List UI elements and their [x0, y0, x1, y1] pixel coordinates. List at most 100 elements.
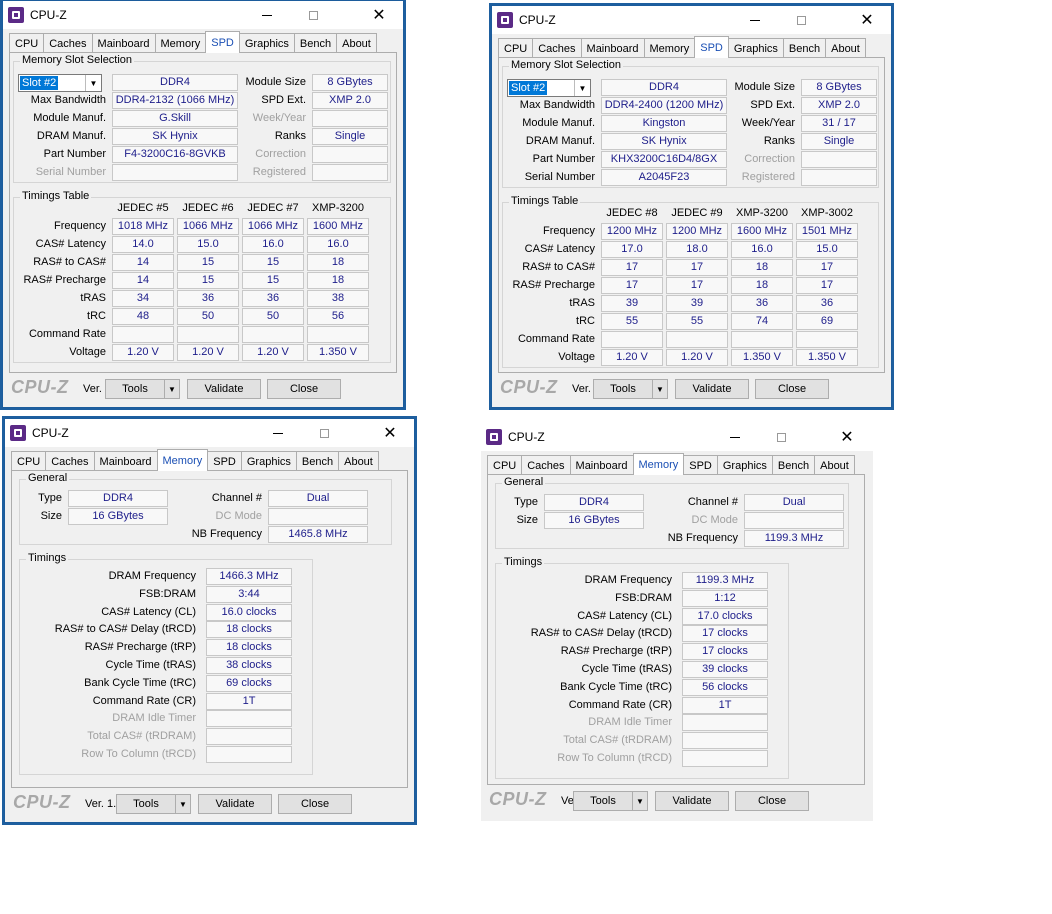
- timing-row-label: Command Rate: [517, 333, 595, 345]
- validate-button[interactable]: Validate: [675, 379, 749, 399]
- close-window-button[interactable]: ✕: [368, 422, 412, 444]
- timing-value: [682, 750, 768, 767]
- nb-frequency-label: NB Frequency: [667, 532, 738, 544]
- validate-button[interactable]: Validate: [198, 794, 272, 814]
- tab-spd[interactable]: SPD: [694, 36, 729, 58]
- tab-cpu[interactable]: CPU: [487, 455, 523, 475]
- spd-ext-field: XMP 2.0: [312, 92, 388, 109]
- timing-cell: 1.20 V: [666, 349, 728, 366]
- slot-select[interactable]: Slot #2 ▼: [507, 79, 591, 97]
- timing-cell: 50: [242, 308, 304, 325]
- timing-row-label: DRAM Frequency: [584, 574, 672, 586]
- timing-row-label: FSB:DRAM: [615, 591, 672, 604]
- tab-spd[interactable]: SPD: [207, 451, 242, 471]
- type-field: DDR4: [68, 490, 168, 507]
- tab-cpu[interactable]: CPU: [498, 38, 534, 58]
- nb-frequency-field: 1199.3 MHz: [744, 530, 844, 547]
- close-window-button[interactable]: ✕: [845, 9, 889, 31]
- validate-button[interactable]: Validate: [655, 791, 729, 811]
- correction-label: Correction: [255, 148, 306, 160]
- tab-mainboard[interactable]: Mainboard: [91, 33, 156, 53]
- timing-cell: 1.350 V: [796, 349, 858, 366]
- tab-memory[interactable]: Memory: [156, 449, 209, 471]
- slot-select[interactable]: Slot #2 ▼: [18, 74, 102, 92]
- ranks-field: Single: [312, 128, 388, 145]
- tab-graphics[interactable]: Graphics: [238, 33, 295, 53]
- close-button[interactable]: Close: [278, 794, 352, 814]
- close-button[interactable]: Close: [267, 379, 341, 399]
- timings-table-group: Timings Table JEDEC #8 JEDEC #9 XMP-3200 XMP…: [502, 195, 879, 368]
- tab-cpu[interactable]: CPU: [9, 33, 45, 53]
- type-field: DDR4: [544, 494, 644, 511]
- maximize-button[interactable]: [291, 4, 335, 26]
- title-bar: CPU-Z: [3, 1, 403, 29]
- dram-manuf-field: SK Hynix: [112, 128, 238, 145]
- tab-about[interactable]: About: [825, 38, 866, 58]
- close-window-button[interactable]: ✕: [825, 426, 869, 448]
- timings-group: Timings DRAM Frequency 1466.3 MHz FSB:DRAM 3…: [19, 552, 313, 775]
- tab-bench[interactable]: Bench: [782, 38, 827, 58]
- minimize-button[interactable]: [733, 9, 777, 31]
- maximize-button[interactable]: [302, 422, 346, 444]
- tab-memory[interactable]: Memory: [154, 33, 207, 53]
- correction-field: [801, 151, 877, 168]
- maximize-button[interactable]: [779, 9, 823, 31]
- tools-button[interactable]: Tools: [116, 794, 176, 814]
- tools-dropdown-button[interactable]: ▼: [164, 379, 180, 399]
- tab-mainboard[interactable]: Mainboard: [569, 455, 634, 475]
- tools-button[interactable]: Tools: [573, 791, 633, 811]
- tools-dropdown-button[interactable]: ▼: [632, 791, 648, 811]
- minimize-button[interactable]: [245, 4, 289, 26]
- timing-cell: 15.0: [796, 241, 858, 258]
- tab-panel: Memory Slot Selection Slot #2 ▼ DDR4 Max Ban…: [9, 52, 397, 373]
- tab-graphics[interactable]: Graphics: [716, 455, 773, 475]
- minimize-button[interactable]: [256, 422, 300, 444]
- nb-frequency-field: 1465.8 MHz: [268, 526, 368, 543]
- timing-cell: 36: [731, 295, 793, 312]
- tab-bench[interactable]: Bench: [295, 451, 340, 471]
- window-title: CPU-Z: [30, 8, 67, 22]
- dram-manuf-label: DRAM Manuf.: [36, 130, 106, 142]
- tab-bench[interactable]: Bench: [293, 33, 338, 53]
- timing-cell: 1600 MHz: [731, 223, 793, 240]
- tab-about[interactable]: About: [336, 33, 377, 53]
- max-bandwidth-label: Max Bandwidth: [30, 94, 106, 106]
- channel-field: Dual: [744, 494, 844, 511]
- tab-graphics[interactable]: Graphics: [727, 38, 784, 58]
- tab-caches[interactable]: Caches: [45, 451, 95, 471]
- timing-cell: 50: [177, 308, 239, 325]
- chevron-down-icon[interactable]: ▼: [85, 75, 101, 91]
- validate-button[interactable]: Validate: [187, 379, 261, 399]
- chevron-down-icon[interactable]: ▼: [574, 80, 590, 96]
- tab-cpu[interactable]: CPU: [11, 451, 47, 471]
- minimize-button[interactable]: [713, 426, 757, 448]
- tab-spd[interactable]: SPD: [683, 455, 718, 475]
- tab-caches[interactable]: Caches: [532, 38, 582, 58]
- tab-mainboard[interactable]: Mainboard: [580, 38, 645, 58]
- tools-button[interactable]: Tools: [593, 379, 653, 399]
- tab-memory[interactable]: Memory: [632, 453, 685, 475]
- close-window-button[interactable]: ✕: [357, 4, 401, 26]
- timing-value: 1T: [682, 696, 768, 714]
- timing-row-label: Bank Cycle Time (tRC): [84, 676, 196, 689]
- tab-graphics[interactable]: Graphics: [240, 451, 297, 471]
- tab-mainboard[interactable]: Mainboard: [93, 451, 158, 471]
- timing-cell: [307, 326, 369, 343]
- tab-bench[interactable]: Bench: [771, 455, 816, 475]
- tab-about[interactable]: About: [338, 451, 379, 471]
- close-button[interactable]: Close: [735, 791, 809, 811]
- title-bar: CPU-Z: [492, 6, 891, 34]
- tab-caches[interactable]: Caches: [43, 33, 93, 53]
- tab-memory[interactable]: Memory: [643, 38, 696, 58]
- tools-dropdown-button[interactable]: ▼: [175, 794, 191, 814]
- maximize-button[interactable]: [759, 426, 803, 448]
- tools-dropdown-button[interactable]: ▼: [652, 379, 668, 399]
- general-group-title: General: [502, 476, 546, 488]
- tab-about[interactable]: About: [814, 455, 855, 475]
- close-button[interactable]: Close: [755, 379, 829, 399]
- tab-spd[interactable]: SPD: [205, 31, 240, 53]
- tools-button[interactable]: Tools: [105, 379, 165, 399]
- timing-row-label: CAS# Latency (CL): [577, 609, 672, 622]
- module-size-label: Module Size: [245, 76, 306, 88]
- tab-caches[interactable]: Caches: [521, 455, 571, 475]
